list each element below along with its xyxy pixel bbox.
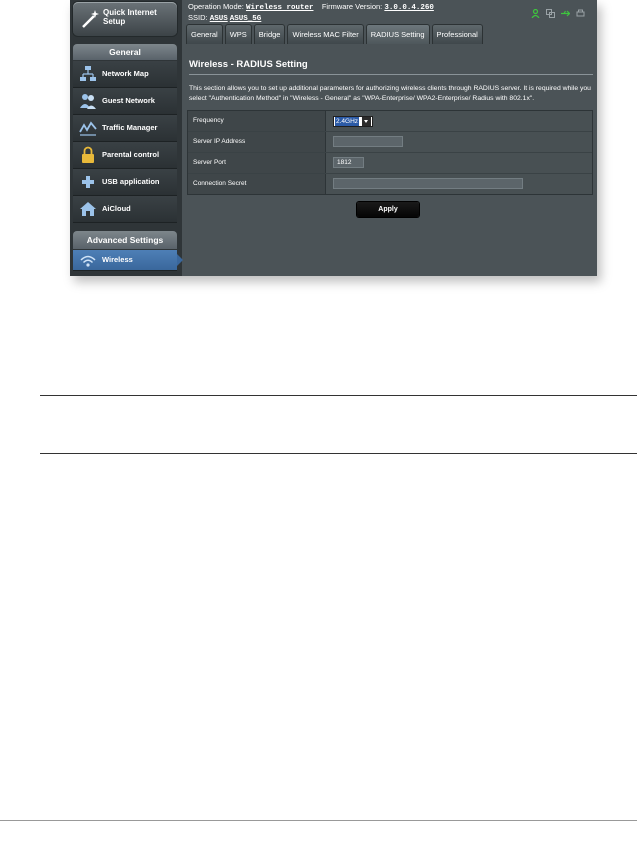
frequency-selected: 2.4GHz [335, 117, 360, 126]
frequency-label: Frequency [188, 111, 326, 131]
tab-wireless-mac-filter[interactable]: Wireless MAC Filter [287, 24, 364, 44]
ssid-label: SSID: [188, 13, 208, 22]
wand-icon [82, 10, 99, 28]
frequency-select[interactable]: 2.4GHz [333, 116, 373, 127]
quick-internet-setup-label: Quick Internet Setup [103, 8, 157, 26]
op-mode-link[interactable]: Wireless router [246, 4, 314, 12]
nav-wireless[interactable]: Wireless [73, 250, 183, 271]
nav-label: Wireless [102, 255, 133, 264]
network-map-icon [80, 66, 96, 81]
firmware-label: Firmware Version: [321, 2, 383, 11]
status-icons [531, 9, 585, 18]
footer-rule [0, 820, 637, 821]
nav-traffic-manager[interactable]: Traffic Manager [73, 115, 177, 142]
note-top-rule [40, 395, 637, 396]
server-port-input[interactable]: 1812 [333, 157, 364, 168]
op-mode-label: Operation Mode: [188, 2, 244, 11]
tab-bar: General WPS Bridge Wireless MAC Filter R… [186, 24, 483, 44]
usb-application-icon [82, 176, 94, 188]
parental-control-icon [82, 146, 94, 163]
router-admin-screenshot: Quick Internet Setup General Network Map… [70, 0, 597, 276]
top-info-bar: Operation Mode: Wireless router Firmware… [188, 2, 593, 24]
nav-aicloud[interactable]: AiCloud [73, 196, 177, 223]
server-port-label: Server Port [188, 153, 326, 173]
apply-button[interactable]: Apply [357, 202, 419, 217]
firmware-link[interactable]: 3.0.0.4.260 [384, 4, 434, 12]
chevron-down-icon [362, 117, 371, 126]
nav-guest-network[interactable]: Guest Network [73, 88, 177, 115]
nav-label: AiCloud [102, 204, 131, 213]
nav-usb-application[interactable]: USB application [73, 169, 177, 196]
title-divider [189, 74, 593, 75]
row-frequency: Frequency 2.4GHz [188, 111, 592, 132]
traffic-manager-icon [79, 121, 97, 136]
active-indicator [177, 254, 183, 266]
server-ip-label: Server IP Address [188, 132, 326, 152]
row-server-port: Server Port 1812 [188, 153, 592, 174]
settings-table: Frequency 2.4GHz Server IP Address Serve… [187, 110, 593, 195]
tab-radius-setting[interactable]: RADIUS Setting [365, 24, 430, 44]
tab-bridge[interactable]: Bridge [253, 24, 286, 44]
printer-status-icon[interactable] [576, 9, 585, 18]
tab-professional[interactable]: Professional [431, 24, 483, 44]
ssid-link-1[interactable]: ASUS [210, 15, 228, 23]
ssid-link-2[interactable]: ASUS_5G [230, 15, 262, 23]
nav-label: USB application [102, 177, 160, 186]
aicloud-icon [80, 202, 96, 216]
nav-label: Guest Network [102, 96, 155, 105]
row-server-ip: Server IP Address [188, 132, 592, 153]
tab-general[interactable]: General [186, 24, 223, 44]
nav-label: Parental control [102, 150, 160, 159]
tab-wps[interactable]: WPS [224, 24, 252, 44]
user-status-icon[interactable] [531, 9, 540, 18]
nav-parental-control[interactable]: Parental control [73, 142, 177, 169]
nav-network-map[interactable]: Network Map [73, 61, 177, 88]
copy-status-icon[interactable] [546, 9, 555, 18]
server-ip-input[interactable] [333, 136, 403, 147]
page-description: This section allows you to set up additi… [189, 85, 591, 102]
general-section-header: General [73, 44, 177, 60]
radius-settings-panel: Wireless - RADIUS Setting This section a… [185, 44, 597, 276]
nav-label: Network Map [102, 69, 149, 78]
nav-label: Traffic Manager [102, 123, 158, 132]
advanced-settings-header: Advanced Settings [73, 231, 177, 249]
usb-status-icon[interactable] [561, 9, 570, 18]
sidebar: Quick Internet Setup General Network Map… [70, 0, 183, 276]
row-connection-secret: Connection Secret [188, 174, 592, 194]
connection-secret-input[interactable] [333, 178, 523, 189]
note-bottom-rule [40, 453, 637, 454]
guest-network-icon [80, 94, 96, 109]
connection-secret-label: Connection Secret [188, 174, 326, 194]
quick-internet-setup-button[interactable]: Quick Internet Setup [73, 2, 177, 36]
wifi-icon [80, 255, 96, 267]
page-title: Wireless - RADIUS Setting [189, 59, 308, 70]
